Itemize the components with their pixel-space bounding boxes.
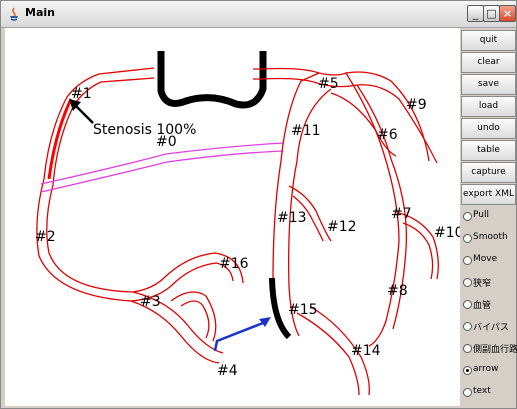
minimize-icon: _: [472, 7, 479, 20]
close-icon: ×: [502, 7, 513, 20]
radio-dot: [463, 322, 472, 331]
label-s1: #1: [71, 86, 92, 102]
annotation-arrow-stenosis[interactable]: [69, 99, 94, 124]
label-s14: #14: [351, 343, 381, 359]
capture-button[interactable]: capture: [461, 162, 516, 183]
save-button[interactable]: save: [461, 74, 516, 95]
annotation-arrow-blue[interactable]: [213, 317, 271, 352]
vessel-bypass[interactable]: [40, 142, 284, 193]
undo-button[interactable]: undo: [461, 118, 516, 139]
mode-stenosis-radio[interactable]: 狭窄: [461, 273, 516, 295]
minimize-button[interactable]: _: [467, 5, 484, 22]
export-xml-button[interactable]: export XML: [461, 184, 516, 205]
mode-vessel-radio[interactable]: 血管: [461, 295, 516, 317]
label-s16: #16: [219, 256, 249, 272]
radio-dot: [463, 344, 472, 353]
table-button[interactable]: table: [461, 140, 516, 161]
mode-text-radio[interactable]: text: [461, 383, 516, 405]
label-s15: #15: [288, 302, 318, 318]
mode-bypass-radio[interactable]: バイパス: [461, 317, 516, 339]
radio-dot: [463, 256, 472, 265]
graft-segment: [269, 277, 292, 340]
mode-collateral-radio[interactable]: 側副血行路: [461, 339, 517, 361]
main-window: Main _ □ × Stenosis 100% #0 #1 #2 #3 #4 …: [0, 0, 517, 409]
vessel-right-coronary[interactable]: [36, 67, 244, 364]
label-s6: #6: [377, 127, 398, 143]
radio-dot: [463, 388, 472, 397]
mode-move-radio[interactable]: Move: [461, 251, 516, 273]
label-s12: #12: [327, 219, 357, 235]
java-app-icon: [10, 7, 18, 21]
quit-button[interactable]: quit: [461, 30, 516, 51]
label-s7: #7: [391, 206, 412, 222]
maximize-button[interactable]: □: [483, 5, 500, 22]
label-s2: #2: [35, 229, 56, 245]
label-s3: #3: [140, 294, 161, 310]
clear-button[interactable]: clear: [461, 52, 516, 73]
radio-dot: [463, 300, 472, 309]
radio-dot: [463, 278, 472, 287]
maximize-icon: □: [486, 7, 497, 20]
label-s10: #10: [434, 225, 460, 241]
drawing-canvas[interactable]: Stenosis 100% #0 #1 #2 #3 #4 #5 #6 #7 #8…: [5, 28, 460, 406]
coronary-diagram[interactable]: Stenosis 100% #0 #1 #2 #3 #4 #5 #6 #7 #8…: [5, 28, 460, 406]
mode-pull-radio[interactable]: Pull: [461, 207, 516, 229]
radio-dot: [463, 234, 472, 243]
window-title: Main: [25, 6, 55, 19]
label-s5: #5: [318, 76, 339, 92]
radio-dot: [463, 212, 472, 221]
load-button[interactable]: load: [461, 96, 516, 117]
label-s0: #0: [156, 134, 177, 150]
close-button[interactable]: ×: [499, 5, 516, 22]
label-s11: #11: [291, 123, 321, 139]
mode-smooth-radio[interactable]: Smooth: [461, 229, 516, 251]
aortic-graft: [157, 51, 267, 109]
label-s9: #9: [406, 97, 427, 113]
title-bar[interactable]: Main _ □ ×: [1, 1, 516, 28]
mode-arrow-radio[interactable]: arrow: [461, 361, 516, 383]
label-s4: #4: [217, 363, 238, 379]
control-panel: quit clear save load undo table capture …: [461, 28, 517, 408]
stenosis-annotation[interactable]: Stenosis 100%: [93, 122, 196, 138]
label-s13: #13: [277, 210, 307, 226]
label-s8: #8: [387, 283, 408, 299]
radio-dot-selected: [463, 366, 472, 375]
